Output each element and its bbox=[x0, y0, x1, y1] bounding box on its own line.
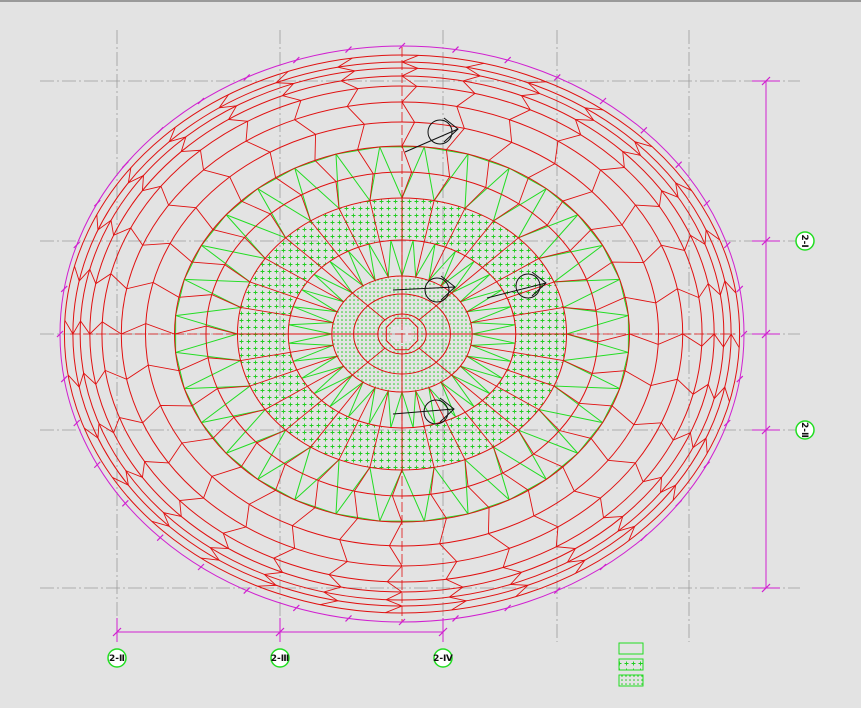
cad-viewport[interactable]: 2-Ⅱ 2-Ⅲ 2-Ⅳ 2-Ⅰ 2-Ⅱ bbox=[0, 0, 861, 706]
axis-bubble-label: 2-Ⅱ bbox=[109, 654, 125, 664]
truss-web-inner bbox=[288, 342, 334, 362]
axis-bubble-axis-b1: 2-Ⅱ bbox=[107, 648, 127, 668]
dimension-tick bbox=[723, 419, 731, 427]
dimension-tick bbox=[73, 419, 81, 427]
truss-web-inner bbox=[412, 240, 436, 279]
dimension-tick bbox=[703, 199, 711, 207]
axis-bubble-label: 2-Ⅲ bbox=[271, 654, 290, 664]
truss-web-outer bbox=[464, 154, 510, 210]
truss-web-outer bbox=[225, 429, 287, 480]
dimension-tick bbox=[93, 461, 101, 469]
dimension-tick bbox=[156, 126, 164, 134]
dimension-tick bbox=[504, 604, 512, 612]
dimension-tick bbox=[723, 241, 731, 249]
axis-bubble-label: 2-Ⅰ bbox=[799, 234, 809, 247]
dimension-tick bbox=[640, 534, 648, 542]
axis-bubble-axis-r1: 2-Ⅰ bbox=[795, 231, 815, 251]
legend bbox=[618, 642, 644, 687]
axis-bubble-label: 2-Ⅱ bbox=[799, 422, 809, 438]
dimension-tick bbox=[504, 56, 512, 64]
dimension-tick bbox=[121, 161, 129, 169]
dimension-tick bbox=[599, 97, 607, 105]
truss-web-outer bbox=[294, 458, 340, 514]
truss-web-inner bbox=[368, 240, 392, 279]
dimension-tick bbox=[93, 199, 101, 207]
truss-web-outer bbox=[225, 188, 287, 239]
dome-plan-drawing[interactable]: 2-Ⅱ 2-Ⅲ 2-Ⅳ 2-Ⅰ 2-Ⅱ bbox=[0, 2, 861, 708]
legend-swatch-dots bbox=[618, 674, 644, 687]
dimension-tick bbox=[197, 97, 205, 105]
dimension-tick bbox=[292, 56, 300, 64]
legend-swatch-cross-hatch bbox=[618, 658, 644, 671]
dimension-tick bbox=[243, 73, 251, 81]
axis-bubble-axis-b3: 2-Ⅳ bbox=[433, 648, 453, 668]
dimension-tick bbox=[73, 241, 81, 249]
truss-web-inner bbox=[470, 342, 516, 362]
axis-bubble-axis-b2: 2-Ⅲ bbox=[270, 648, 290, 668]
dimension-tick bbox=[243, 587, 251, 595]
axis-bubble-label: 2-Ⅳ bbox=[433, 654, 453, 664]
dimension-tick bbox=[197, 563, 205, 571]
truss-web-outer bbox=[517, 429, 579, 480]
legend-swatch-plain bbox=[618, 642, 644, 655]
truss-web-inner bbox=[368, 389, 392, 428]
truss-web-inner bbox=[470, 306, 516, 326]
dimension-tick bbox=[292, 604, 300, 612]
dimension-tick bbox=[599, 563, 607, 571]
dimension-tick bbox=[675, 499, 683, 507]
dimension-tick bbox=[703, 461, 711, 469]
truss-web-inner bbox=[288, 306, 334, 326]
truss-web-outer bbox=[517, 188, 579, 239]
red-grid-members bbox=[63, 47, 741, 622]
axis-bubble-axis-r2: 2-Ⅱ bbox=[795, 420, 815, 440]
